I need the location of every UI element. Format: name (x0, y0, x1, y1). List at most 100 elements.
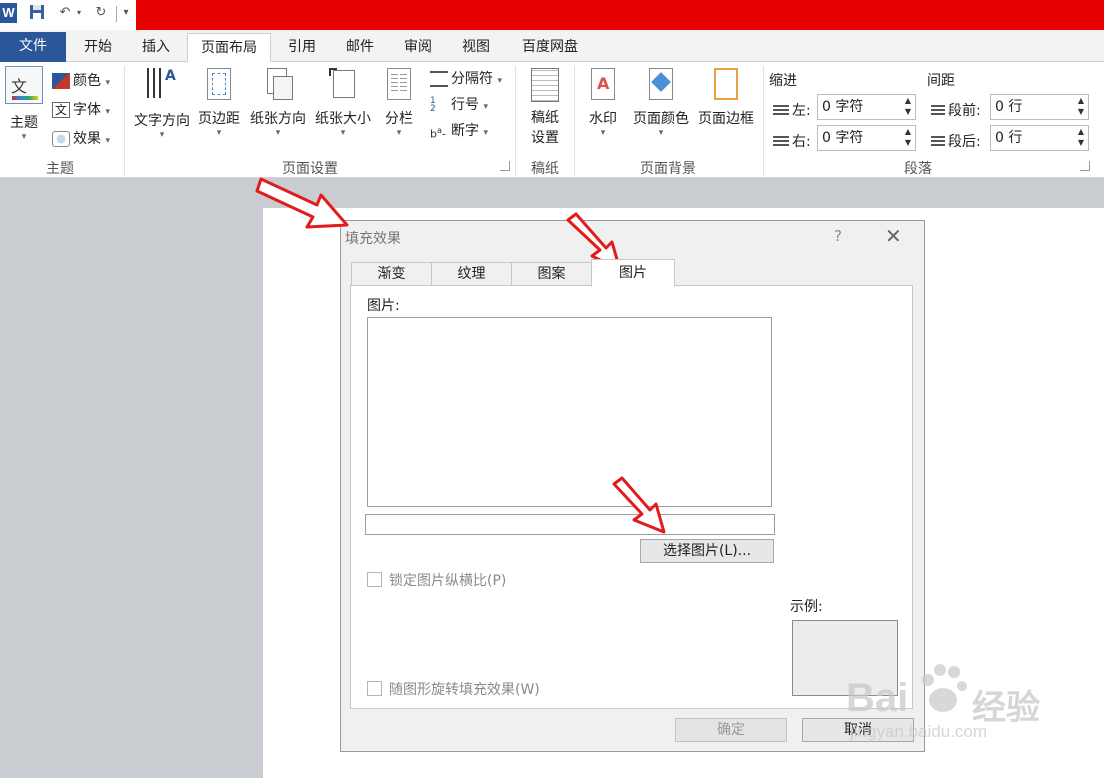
picture-label: 图片: (367, 298, 400, 314)
effects-icon (52, 131, 70, 147)
tab-texture[interactable]: 纹理 (431, 262, 512, 286)
spacing-before-field[interactable]: 0 行 ▲ ▼ (990, 94, 1089, 120)
annotation-arrow-title-icon (255, 177, 349, 229)
close-icon[interactable]: ✕ (885, 224, 902, 248)
spacing-heading: 间距 (927, 73, 955, 89)
themes-button[interactable]: 文 主题 ▾ (4, 66, 44, 142)
hyphenation-icon: ba- (430, 126, 446, 141)
effects-button[interactable]: 效果 ▾ (52, 128, 110, 148)
picture-preview (367, 317, 772, 507)
paw-icon (922, 664, 967, 712)
line-numbers-icon: 12 (430, 96, 436, 114)
line-numbers-button[interactable]: 1 2 行号 ▾ (430, 94, 488, 114)
indent-right-spinner-icon[interactable]: ▲ ▼ (905, 126, 911, 148)
orientation-label: 纸张方向 (250, 111, 306, 127)
redo-icon[interactable]: ↻ (92, 4, 110, 22)
text-direction-button[interactable]: A 文字方向 ▾ (131, 68, 193, 140)
save-icon[interactable] (28, 4, 46, 22)
colors-button[interactable]: 颜色 ▾ (52, 70, 110, 90)
margins-label: 页边距 (198, 111, 240, 127)
hyphenation-label: 断字 (451, 123, 479, 139)
spacing-after-value: 0 行 (995, 130, 1023, 146)
fonts-button[interactable]: 文字体 ▾ (52, 99, 110, 119)
lock-aspect-checkbox[interactable] (367, 572, 382, 587)
watermark-brand: Bai (846, 676, 909, 720)
manuscript-label-line2: 设置 (531, 130, 559, 146)
page-borders-button[interactable]: 页面边框 (694, 68, 758, 128)
rotate-with-shape-label: 随图形旋转填充效果(W) (389, 682, 540, 698)
tab-review[interactable]: 审阅 (392, 33, 444, 62)
breaks-button[interactable]: 分隔符 ▾ (430, 68, 502, 88)
ok-button[interactable]: 确定 (675, 718, 787, 742)
title-bar (136, 0, 1104, 30)
indent-left-spinner-icon[interactable]: ▲ ▼ (905, 95, 911, 117)
tab-picture[interactable]: 图片 (591, 259, 675, 287)
colors-icon (52, 73, 70, 89)
text-direction-icon: A (145, 68, 179, 102)
help-icon[interactable]: ? (834, 227, 842, 245)
indent-left-field[interactable]: 0 字符 ▲ ▼ (817, 94, 916, 120)
fonts-label: 字体 (73, 102, 101, 118)
breaks-icon (430, 71, 448, 87)
themes-icon: 文 (5, 66, 43, 104)
tab-mailings[interactable]: 邮件 (334, 33, 386, 62)
indent-left-icon (773, 105, 789, 117)
spacing-after-label: 段后: (948, 134, 981, 150)
sample-label: 示例: (790, 599, 823, 615)
page-background-group-label: 页面背景 (640, 161, 696, 177)
rotate-with-shape-checkbox[interactable] (367, 681, 382, 696)
page-color-button[interactable]: 页面颜色 ▾ (630, 68, 692, 138)
tab-view[interactable]: 视图 (450, 33, 502, 62)
paragraph-launcher-icon[interactable] (1080, 161, 1090, 171)
spacing-before-label: 段前: (948, 103, 981, 119)
orientation-icon (263, 68, 293, 100)
ribbon: 文 主题 ▾ 颜色 ▾ 文字体 ▾ 效果 ▾ 主题 A 文字方向 ▾ 页边距 ▾ (0, 62, 1104, 178)
manuscript-settings-button[interactable]: 稿纸 设置 (524, 68, 566, 148)
indent-right-label-row: 右: (773, 131, 811, 151)
orientation-button[interactable]: 纸张方向 ▾ (246, 68, 310, 138)
themes-dropdown-icon: ▾ (21, 132, 27, 142)
indent-heading: 缩进 (769, 73, 797, 89)
tab-insert[interactable]: 插入 (130, 33, 182, 62)
watermark-label: 水印 (589, 111, 617, 127)
line-numbers-label: 行号 (451, 97, 479, 113)
indent-right-icon (773, 136, 789, 148)
spacing-before-spinner-icon[interactable]: ▲ ▼ (1078, 95, 1084, 117)
tab-home[interactable]: 开始 (72, 33, 124, 62)
watermark-button[interactable]: A 水印 ▾ (582, 68, 624, 138)
breaks-label: 分隔符 (451, 71, 493, 87)
quick-access-toolbar: W ↶ ▾ ↻ ▾ (0, 0, 1104, 30)
tab-baidu-netdisk[interactable]: 百度网盘 (508, 33, 592, 62)
margins-icon (207, 68, 231, 100)
select-picture-button[interactable]: 选择图片(L)... (640, 539, 774, 563)
lock-aspect-label: 锁定图片纵横比(P) (389, 573, 507, 589)
undo-dropdown-icon[interactable]: ▾ (74, 4, 84, 22)
spacing-before-label-row: 段前: (931, 100, 981, 120)
tab-page-layout[interactable]: 页面布局 (187, 33, 271, 62)
indent-right-field[interactable]: 0 字符 ▲ ▼ (817, 125, 916, 151)
spacing-after-spinner-icon[interactable]: ▲ ▼ (1078, 126, 1084, 148)
tab-file[interactable]: 文件 (0, 32, 66, 62)
theme-group-label: 主题 (46, 161, 74, 177)
annotation-arrow-button-icon (612, 476, 666, 534)
word-logo-icon: W (0, 3, 17, 23)
margins-button[interactable]: 页边距 ▾ (195, 68, 243, 138)
tab-references[interactable]: 引用 (276, 33, 328, 62)
columns-button[interactable]: 分栏 ▾ (378, 68, 420, 138)
undo-icon[interactable]: ↶ (56, 4, 74, 22)
customize-toolbar-icon[interactable]: ▾ (120, 4, 132, 22)
spacing-after-field[interactable]: 0 行 ▲ ▼ (990, 125, 1089, 151)
spacing-after-label-row: 段后: (931, 131, 981, 151)
text-direction-label: 文字方向 (134, 113, 190, 129)
size-icon (329, 68, 357, 100)
themes-label: 主题 (10, 115, 38, 131)
effects-label: 效果 (73, 131, 101, 147)
size-label: 纸张大小 (315, 111, 371, 127)
colors-label: 颜色 (73, 73, 101, 89)
indent-right-value: 0 字符 (822, 130, 864, 146)
size-button[interactable]: 纸张大小 ▾ (311, 68, 375, 138)
hyphenation-button[interactable]: ba- 断字 ▾ (430, 120, 488, 141)
tab-gradient[interactable]: 渐变 (351, 262, 432, 286)
page-borders-label: 页面边框 (698, 111, 754, 127)
page-setup-launcher-icon[interactable] (500, 161, 510, 171)
